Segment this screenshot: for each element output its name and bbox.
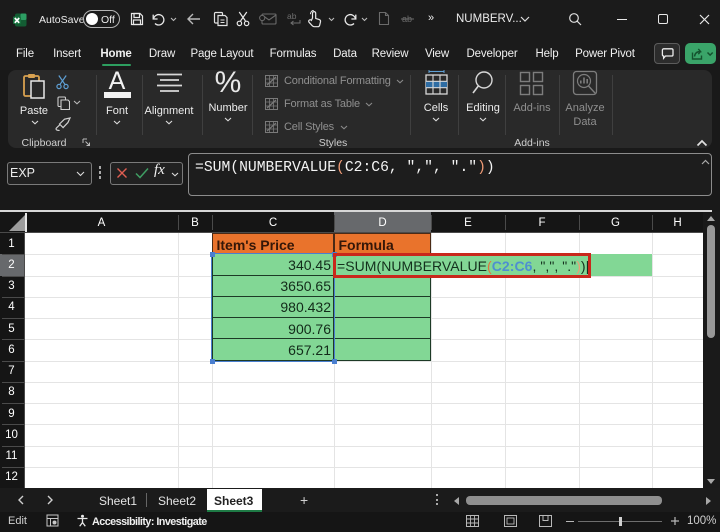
svg-text:ab: ab [287,12,297,21]
